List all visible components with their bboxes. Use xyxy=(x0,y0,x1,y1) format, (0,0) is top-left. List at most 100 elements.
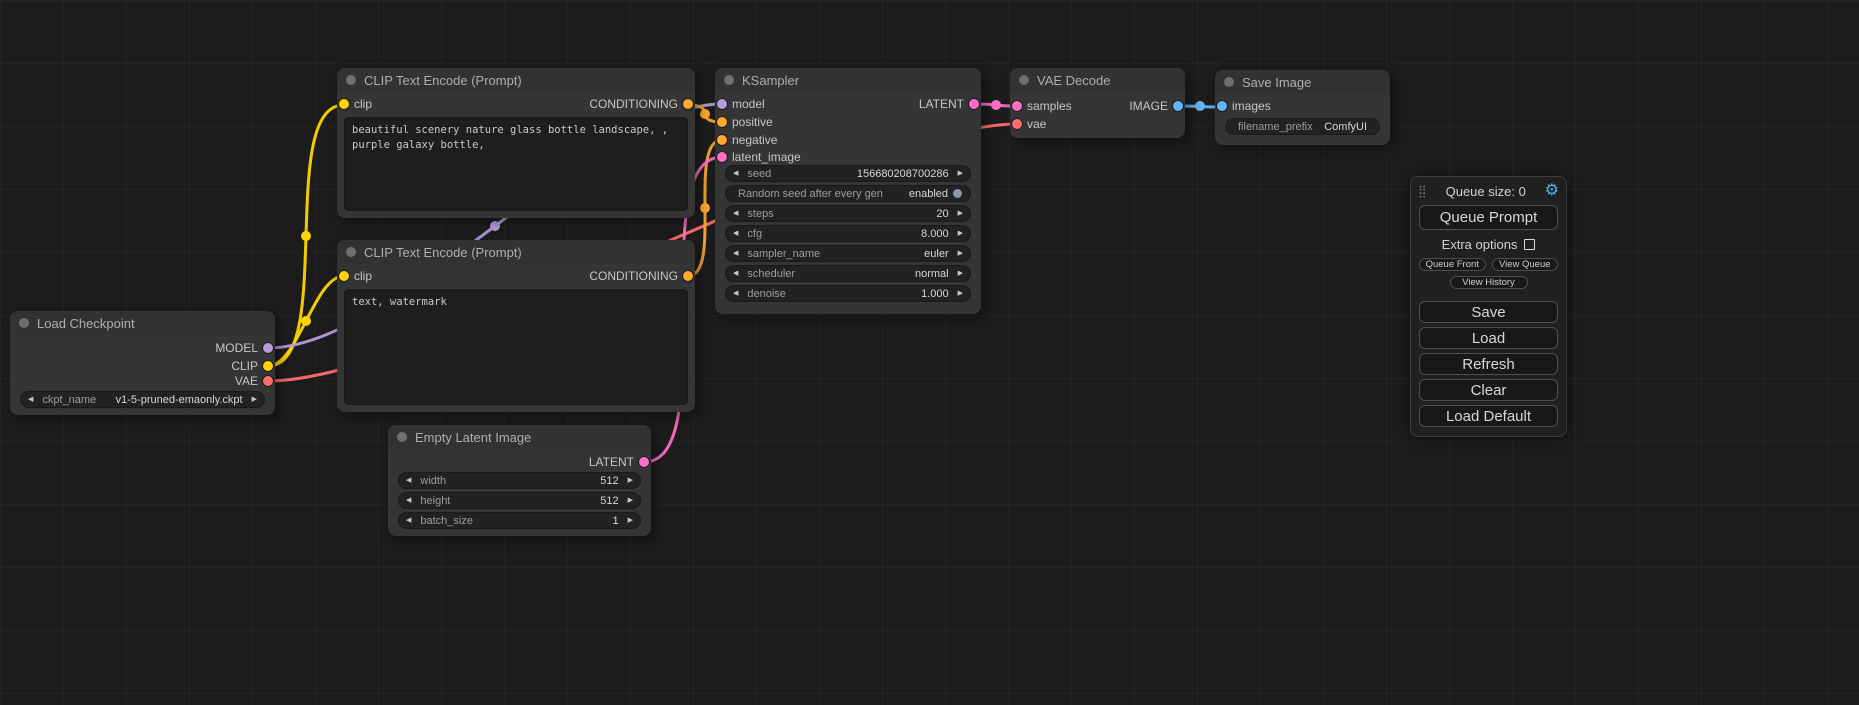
latent-output-port[interactable] xyxy=(639,457,649,467)
drag-handle-icon[interactable]: ⣿ xyxy=(1418,184,1427,198)
clip-input-port[interactable] xyxy=(339,271,349,281)
collapse-dot-icon[interactable] xyxy=(397,432,407,442)
node-clip-text-encode-negative[interactable]: CLIP Text Encode (Prompt) clip CONDITION… xyxy=(337,240,695,412)
widget-value: 512 xyxy=(600,475,618,487)
prev-arrow-icon[interactable]: ◀ xyxy=(733,210,738,217)
vae-output-port[interactable] xyxy=(263,376,273,386)
load-default-button[interactable]: Load Default xyxy=(1419,405,1558,427)
node-title-bar[interactable]: Load Checkpoint xyxy=(10,311,275,335)
prev-arrow-icon[interactable]: ◀ xyxy=(406,517,411,524)
slot-row: clip CONDITIONING xyxy=(337,268,695,284)
denoise-widget[interactable]: ◀ denoise 1.000 ▶ xyxy=(725,285,971,302)
prev-arrow-icon[interactable]: ◀ xyxy=(406,477,411,484)
node-title-bar[interactable]: Empty Latent Image xyxy=(388,425,651,449)
next-arrow-icon[interactable]: ▶ xyxy=(958,230,963,237)
next-arrow-icon[interactable]: ▶ xyxy=(958,250,963,257)
conditioning-output-port[interactable] xyxy=(683,99,693,109)
next-arrow-icon[interactable]: ▶ xyxy=(628,497,633,504)
conditioning-output-port[interactable] xyxy=(683,271,693,281)
prev-arrow-icon[interactable]: ◀ xyxy=(733,270,738,277)
negative-prompt-textarea[interactable]: text, watermark xyxy=(344,289,688,405)
prev-arrow-icon[interactable]: ◀ xyxy=(733,250,738,257)
positive-prompt-textarea[interactable]: beautiful scenery nature glass bottle la… xyxy=(344,117,688,211)
queue-front-button[interactable]: Queue Front xyxy=(1419,258,1486,271)
latent-output-port[interactable] xyxy=(969,99,979,109)
collapse-dot-icon[interactable] xyxy=(1224,77,1234,87)
toggle-state-dot[interactable] xyxy=(953,189,962,198)
ckpt-name-widget[interactable]: ◀ ckpt_name v1-5-pruned-emaonly.ckpt ▶ xyxy=(20,391,265,408)
node-load-checkpoint[interactable]: Load Checkpoint MODEL CLIP VAE ◀ ckpt_na… xyxy=(10,311,275,415)
extra-options-checkbox[interactable] xyxy=(1524,239,1535,250)
node-vae-decode[interactable]: VAE Decode samples IMAGE vae xyxy=(1010,68,1185,138)
slot-row: vae xyxy=(1010,116,1185,132)
node-graph-canvas[interactable]: Load Checkpoint MODEL CLIP VAE ◀ ckpt_na… xyxy=(0,0,1859,705)
node-clip-text-encode-positive[interactable]: CLIP Text Encode (Prompt) clip CONDITION… xyxy=(337,68,695,218)
slot-row: LATENT xyxy=(388,454,651,470)
clear-button[interactable]: Clear xyxy=(1419,379,1558,401)
prev-arrow-icon[interactable]: ◀ xyxy=(733,230,738,237)
queue-prompt-button[interactable]: Queue Prompt xyxy=(1419,205,1558,230)
next-arrow-icon[interactable]: ▶ xyxy=(958,210,963,217)
queue-size-label: Queue size: 0 xyxy=(1427,184,1545,199)
node-title-bar[interactable]: CLIP Text Encode (Prompt) xyxy=(337,240,695,264)
view-queue-button[interactable]: View Queue xyxy=(1492,258,1559,271)
node-empty-latent-image[interactable]: Empty Latent Image LATENT ◀ width 512 ▶ … xyxy=(388,425,651,536)
node-title-bar[interactable]: VAE Decode xyxy=(1010,68,1185,92)
output-label-latent: LATENT xyxy=(919,97,964,111)
output-label-vae: VAE xyxy=(235,374,258,388)
random-seed-toggle-widget[interactable]: Random seed after every gen enabled xyxy=(725,185,971,202)
node-title-bar[interactable]: Save Image xyxy=(1215,70,1390,94)
vae-input-port[interactable] xyxy=(1012,119,1022,129)
slot-row: images xyxy=(1215,98,1390,114)
scheduler-widget[interactable]: ◀ scheduler normal ▶ xyxy=(725,265,971,282)
node-title: Save Image xyxy=(1242,75,1311,90)
image-output-port[interactable] xyxy=(1173,101,1183,111)
collapse-dot-icon[interactable] xyxy=(1019,75,1029,85)
node-title-bar[interactable]: KSampler xyxy=(715,68,981,92)
prev-arrow-icon[interactable]: ◀ xyxy=(406,497,411,504)
output-label-clip: CLIP xyxy=(231,359,258,373)
clip-input-port[interactable] xyxy=(339,99,349,109)
samples-input-port[interactable] xyxy=(1012,101,1022,111)
collapse-dot-icon[interactable] xyxy=(19,318,29,328)
node-ksampler[interactable]: KSampler model LATENT positive negative … xyxy=(715,68,981,314)
next-arrow-icon[interactable]: ▶ xyxy=(958,170,963,177)
load-button[interactable]: Load xyxy=(1419,327,1558,349)
view-history-button[interactable]: View History xyxy=(1450,276,1528,289)
width-widget[interactable]: ◀ width 512 ▶ xyxy=(398,472,641,489)
collapse-dot-icon[interactable] xyxy=(724,75,734,85)
next-arrow-icon[interactable]: ▶ xyxy=(958,270,963,277)
positive-input-port[interactable] xyxy=(717,117,727,127)
batch-size-widget[interactable]: ◀ batch_size 1 ▶ xyxy=(398,512,641,529)
height-widget[interactable]: ◀ height 512 ▶ xyxy=(398,492,641,509)
cfg-widget[interactable]: ◀ cfg 8.000 ▶ xyxy=(725,225,971,242)
node-title-bar[interactable]: CLIP Text Encode (Prompt) xyxy=(337,68,695,92)
steps-widget[interactable]: ◀ steps 20 ▶ xyxy=(725,205,971,222)
filename-prefix-widget[interactable]: filename_prefix ComfyUI xyxy=(1225,118,1380,135)
input-label-images: images xyxy=(1232,99,1271,113)
next-arrow-icon[interactable]: ▶ xyxy=(628,477,633,484)
sampler-name-widget[interactable]: ◀ sampler_name euler ▶ xyxy=(725,245,971,262)
settings-gear-icon[interactable]: ⚙ xyxy=(1545,183,1559,199)
prev-arrow-icon[interactable]: ◀ xyxy=(733,290,738,297)
node-save-image[interactable]: Save Image images filename_prefix ComfyU… xyxy=(1215,70,1390,145)
prev-arrow-icon[interactable]: ◀ xyxy=(28,396,33,403)
latent-image-input-port[interactable] xyxy=(717,152,727,162)
collapse-dot-icon[interactable] xyxy=(346,247,356,257)
model-input-port[interactable] xyxy=(717,99,727,109)
widget-value: 8.000 xyxy=(921,228,949,240)
next-arrow-icon[interactable]: ▶ xyxy=(252,396,257,403)
next-arrow-icon[interactable]: ▶ xyxy=(958,290,963,297)
refresh-button[interactable]: Refresh xyxy=(1419,353,1558,375)
next-arrow-icon[interactable]: ▶ xyxy=(628,517,633,524)
widget-value: ComfyUI xyxy=(1324,121,1367,133)
seed-widget[interactable]: ◀ seed 156680208700286 ▶ xyxy=(725,165,971,182)
clip-output-port[interactable] xyxy=(263,361,273,371)
model-output-port[interactable] xyxy=(263,343,273,353)
prev-arrow-icon[interactable]: ◀ xyxy=(733,170,738,177)
images-input-port[interactable] xyxy=(1217,101,1227,111)
negative-input-port[interactable] xyxy=(717,135,727,145)
save-button[interactable]: Save xyxy=(1419,301,1558,323)
wire-midpoint-dot xyxy=(490,221,500,231)
collapse-dot-icon[interactable] xyxy=(346,75,356,85)
